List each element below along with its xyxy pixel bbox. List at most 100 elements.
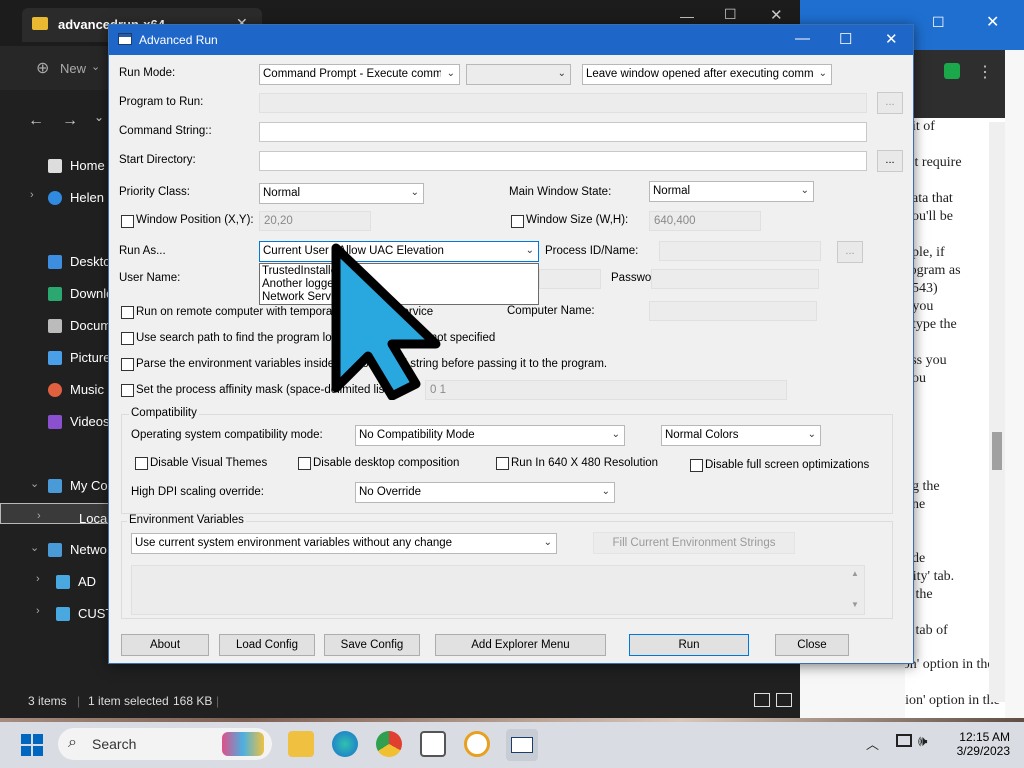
affinity-checkbox[interactable]	[121, 384, 134, 397]
colors-value: Normal Colors	[665, 429, 739, 441]
new-button[interactable]: New	[60, 61, 86, 76]
chevron-down-icon[interactable]: ⌄	[30, 541, 39, 554]
new-icon[interactable]: ⊕	[36, 58, 49, 78]
about-button[interactable]: About	[121, 634, 209, 656]
windows-start-icon[interactable]	[20, 733, 44, 757]
document-scrollbar[interactable]	[989, 122, 1005, 702]
more-icon[interactable]: ⋮	[977, 62, 993, 82]
parse-env-checkbox[interactable]	[121, 358, 134, 371]
window-position-checkbox[interactable]	[121, 215, 134, 228]
main-state-select[interactable]: Normal ⌄	[649, 181, 814, 202]
scroll-up-icon[interactable]: ▲	[851, 569, 859, 578]
sidebar-item-desktop[interactable]: Desktop	[0, 247, 118, 277]
sidebar-item-pictures[interactable]: Picture	[0, 343, 110, 373]
window-position-field[interactable]: 20,20	[259, 211, 371, 231]
computer-name-field[interactable]	[649, 301, 817, 321]
scroll-down-icon[interactable]: ▼	[851, 600, 859, 609]
sidebar-item-videos[interactable]: Videos	[0, 407, 110, 437]
edge-icon[interactable]	[332, 731, 358, 757]
window-size-field[interactable]: 640,400	[649, 211, 761, 231]
search-path-checkbox[interactable]	[121, 332, 134, 345]
chevron-up-icon[interactable]: ︿	[866, 734, 879, 753]
command-field[interactable]	[259, 122, 867, 142]
minimize-icon[interactable]: —	[680, 8, 694, 24]
chevron-down-icon[interactable]: ⌄	[94, 110, 104, 124]
colors-select[interactable]: Normal Colors ⌄	[661, 425, 821, 446]
save-config-button[interactable]: Save Config	[324, 634, 420, 656]
sidebar-item-computer[interactable]: ⌄ My Con	[0, 471, 115, 501]
password-field[interactable]	[651, 269, 819, 289]
taskbar-search[interactable]: ⌕ Search	[58, 728, 272, 760]
scrollbar-thumb[interactable]	[992, 432, 1002, 470]
volume-icon[interactable]: 🕪	[918, 733, 927, 750]
maximize-icon[interactable]: ☐	[724, 6, 737, 23]
run-640-checkbox[interactable]	[496, 457, 509, 470]
network-tray-icon[interactable]	[896, 734, 912, 747]
add-explorer-menu-button[interactable]: Add Explorer Menu	[435, 634, 606, 656]
user-name-field[interactable]	[539, 269, 601, 289]
minimize-icon[interactable]: —	[795, 30, 810, 47]
start-dir-label: Start Directory:	[119, 154, 196, 166]
run-mode-extra-select[interactable]: ⌄	[466, 64, 571, 85]
program-field[interactable]	[259, 93, 867, 113]
sidebar-item-custo[interactable]: › CUSTO	[0, 599, 123, 629]
environment-textarea[interactable]	[131, 565, 865, 615]
process-field[interactable]	[659, 241, 821, 261]
chevron-right-icon[interactable]: ›	[36, 573, 40, 585]
close-icon[interactable]: ✕	[986, 12, 999, 32]
browse-process-button[interactable]: ...	[837, 241, 863, 263]
window-option-select[interactable]: Leave window opened after executing comm…	[582, 64, 832, 85]
chevron-right-icon[interactable]: ›	[30, 189, 34, 201]
sidebar-label: AD	[78, 574, 97, 589]
tray-clock[interactable]: 12:15 AM 3/29/2023	[948, 730, 1010, 758]
sidebar-item-onedrive[interactable]: › Helen -	[0, 183, 112, 213]
close-icon[interactable]: ✕	[770, 6, 783, 24]
dpi-select[interactable]: No Override ⌄	[355, 482, 615, 503]
sidebar-item-documents[interactable]: Docum	[0, 311, 111, 341]
chevron-right-icon[interactable]: ›	[36, 605, 40, 617]
os-compat-select[interactable]: No Compatibility Mode ⌄	[355, 425, 625, 446]
chrome-icon[interactable]	[376, 731, 402, 757]
sidebar-item-downloads[interactable]: Downlo	[0, 279, 113, 309]
window-size-checkbox[interactable]	[511, 215, 524, 228]
chevron-down-icon[interactable]: ⌄	[30, 477, 39, 490]
remote-checkbox[interactable]	[121, 306, 134, 319]
disable-themes-checkbox[interactable]	[135, 457, 148, 470]
priority-select[interactable]: Normal ⌄	[259, 183, 424, 204]
details-view-icon[interactable]	[754, 693, 770, 707]
affinity-field[interactable]: 0 1	[425, 380, 787, 400]
environment-select[interactable]: Use current system environment variables…	[131, 533, 557, 554]
advanced-run-taskbar-icon[interactable]	[506, 729, 538, 761]
tiles-view-icon[interactable]	[776, 693, 792, 707]
sidebar-item-music[interactable]: Music	[0, 375, 110, 405]
sidebar-item-network[interactable]: ⌄ Netwo	[0, 535, 110, 565]
load-config-button[interactable]: Load Config	[219, 634, 315, 656]
fill-env-button[interactable]: Fill Current Environment Strings	[593, 532, 795, 554]
chrome-canary-icon[interactable]	[464, 731, 490, 757]
browse-dir-button[interactable]: ...	[877, 150, 903, 172]
maximize-icon[interactable]: ☐	[839, 30, 852, 48]
chevron-right-icon[interactable]: ›	[37, 510, 41, 522]
os-compat-label: Operating system compatibility mode:	[131, 429, 323, 441]
browse-program-button[interactable]: ...	[877, 92, 903, 114]
sidebar-label: Helen -	[70, 190, 112, 205]
file-explorer-taskbar-icon[interactable]	[288, 731, 314, 757]
back-icon[interactable]: ←	[28, 112, 44, 130]
store-icon[interactable]	[420, 731, 446, 757]
disable-composition-checkbox[interactable]	[298, 457, 311, 470]
close-button[interactable]: Close	[775, 634, 849, 656]
sidebar-item-home[interactable]: Home	[0, 151, 110, 181]
music-icon	[48, 383, 62, 397]
run-mode-select[interactable]: Command Prompt - Execute command ⌄	[259, 64, 460, 85]
run-button[interactable]: Run	[629, 634, 749, 656]
shield-icon[interactable]	[944, 63, 960, 79]
disable-fso-checkbox[interactable]	[690, 459, 703, 472]
sidebar-item-ad[interactable]: › AD	[0, 567, 110, 597]
forward-icon[interactable]: →	[62, 112, 78, 130]
chevron-down-icon: ⌄	[557, 68, 566, 79]
sidebar-item-local-disk[interactable]: › Local	[0, 503, 110, 526]
maximize-icon[interactable]: ☐	[932, 14, 945, 31]
close-icon[interactable]: ✕	[885, 30, 898, 48]
start-dir-field[interactable]	[259, 151, 867, 171]
chevron-down-icon[interactable]: ⌄	[91, 60, 100, 73]
